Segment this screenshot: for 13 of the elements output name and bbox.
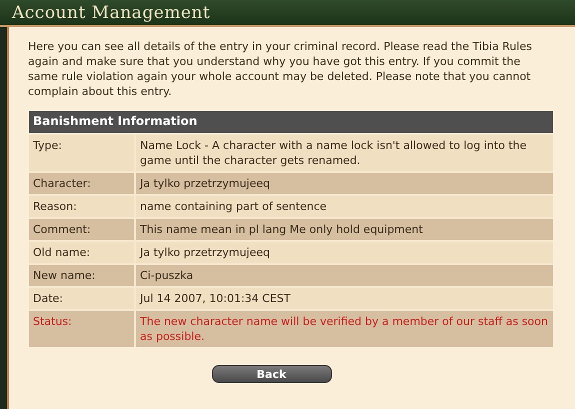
back-button[interactable]: Back (212, 365, 332, 383)
field-label: Status: (29, 311, 136, 347)
field-value: Ci-puszka (139, 268, 194, 284)
field-value: Ja tylko przetrzymujeeq (138, 176, 271, 192)
field-value: This name mean in pl lang Me only hold equipment (139, 222, 424, 238)
window-title: Account Management (12, 2, 210, 22)
intro-paragraph: Here you can see all details of the entry in your criminal record. Please read the Tibia Rules again and make sure that you understand why you have got this entry. If you commit the same rule violation again your whole account may be deleted. Please note that you cannot complain about this entry. (28, 39, 533, 99)
field-value: name containing part of sentence (139, 199, 328, 215)
field-value: Ja tylko przetrzymujeeq (138, 245, 271, 261)
field-value: The new character name will be verified by a member of our staff as soon as possible. (139, 314, 549, 345)
field-value: Jul 14 2007, 10:01:34 CEST (138, 291, 292, 307)
field-value: Name Lock - A character with a name lock isn't allowed to log into the game until the character gets renamed. (139, 138, 528, 169)
table-header: Banishment Information (29, 111, 553, 133)
